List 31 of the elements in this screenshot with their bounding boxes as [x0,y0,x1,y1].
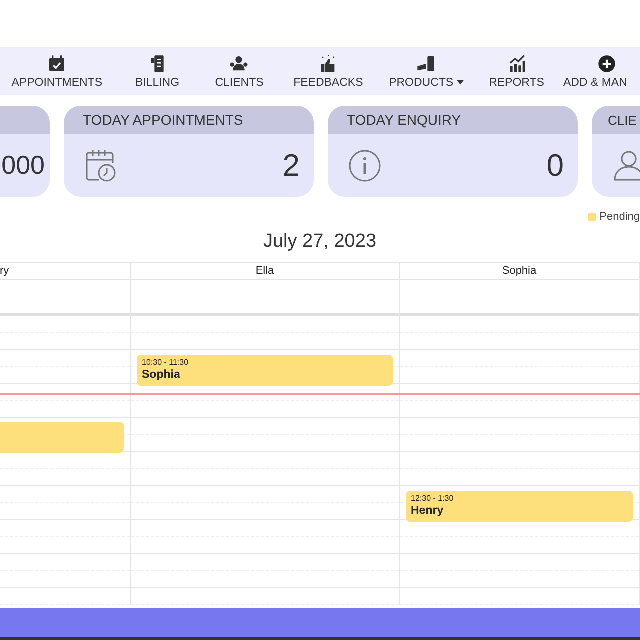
plus-icon [596,54,616,74]
stat-value: 000 [2,150,45,181]
calendar-date: July 27, 2023 [262,231,378,254]
column-header: Sophia [502,265,537,277]
nav-item[interactable]: CLIENTS [200,54,278,88]
column-header: Ella [256,265,274,277]
event-time: 12:30 - 1:30 [411,494,455,503]
products-icon [416,54,436,74]
card-title: CLIE [608,112,637,128]
nav-item[interactable]: FEEDBACKS [278,54,379,88]
info-icon [347,148,383,184]
appointment-event[interactable] [0,422,124,453]
card-title: TODAY ENQUIRY [347,112,462,128]
stat-value: 2 [282,148,300,184]
legend-label: Pending [600,211,640,223]
people-icon [229,54,250,74]
appointment-event[interactable]: 12:30 - 1:30 Henry [406,491,633,522]
nav-item[interactable]: REPORTS [474,54,560,88]
appointment-event[interactable]: 10:30 - 11:30 Sophia [137,355,393,386]
card-title: TODAY APPOINTMENTS [83,112,244,128]
nav-item[interactable]: APPOINTMENTS [0,54,114,88]
column-header: ry [0,265,10,277]
calendar-icon [47,54,68,74]
nav-item[interactable]: BILLING [114,54,201,88]
event-client: Henry [411,505,445,517]
nav-item[interactable]: ADD & MAN [560,54,640,88]
event-client: Sophia [142,369,182,381]
caret-icon [456,80,464,85]
nav-item[interactable]: PRODUCTS [378,54,474,88]
stat-value: 0 [546,148,564,184]
event-time: 10:30 - 11:30 [142,358,190,367]
